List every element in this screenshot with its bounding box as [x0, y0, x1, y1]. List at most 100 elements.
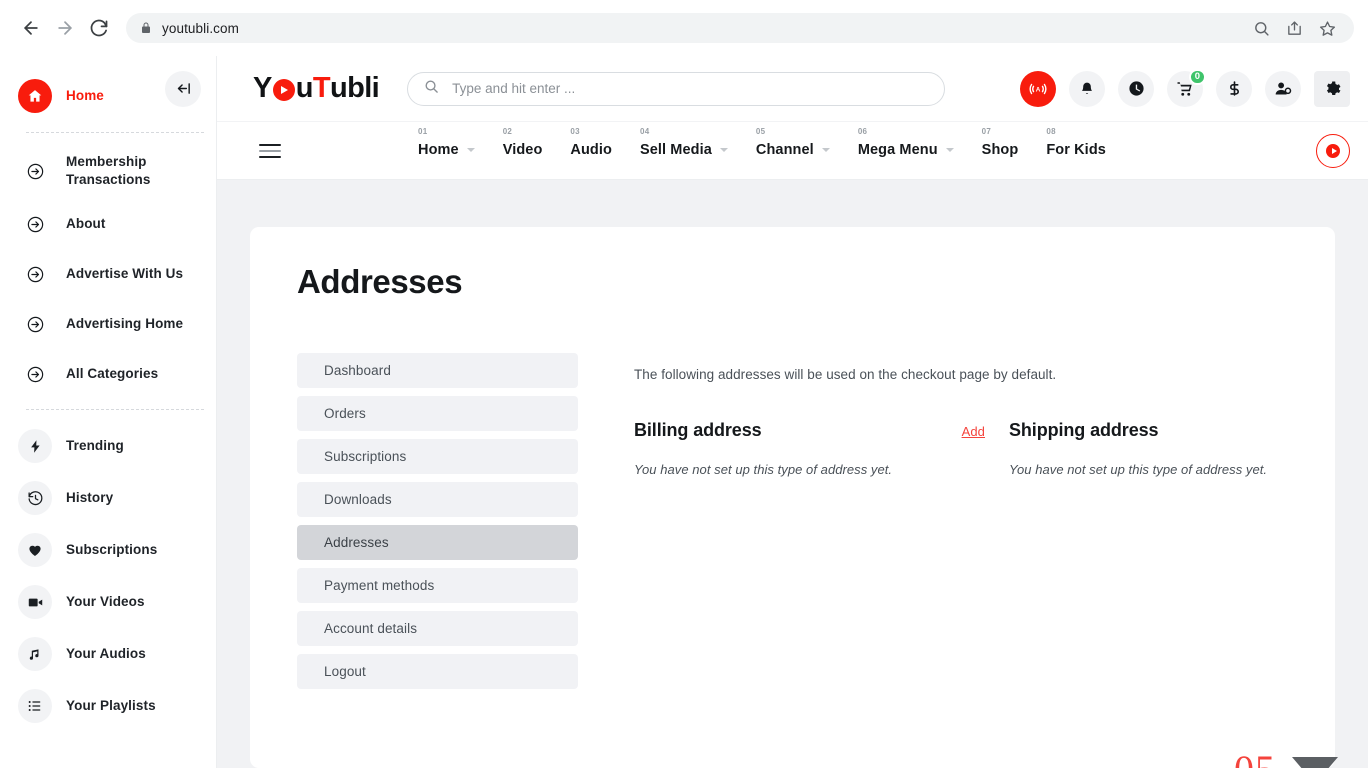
nav-item-for-kids[interactable]: 08 For Kids	[1046, 127, 1106, 160]
account-menu-item-addresses[interactable]: Addresses	[297, 525, 578, 560]
billing-address-empty-text: You have not set up this type of address…	[634, 462, 893, 477]
nav-item-label: Sell Media	[639, 141, 712, 158]
nav-item-label: For Kids	[1046, 141, 1106, 158]
billing-address-block: Billing address Add You have not set up …	[634, 420, 985, 490]
search-box[interactable]	[407, 71, 946, 106]
logo-part-y: Y	[253, 72, 272, 104]
nav-item-sell-media[interactable]: 04 Sell Media	[639, 127, 728, 160]
account-menu-item-label: Subscriptions	[324, 449, 407, 464]
sidebar-item-your-videos[interactable]: Your Videos	[0, 576, 216, 628]
omnibox-actions	[1253, 20, 1344, 37]
logo-part-t: T	[312, 72, 331, 104]
account-menu-item-label: Payment methods	[324, 578, 435, 593]
sidebar-item-membership-transactions[interactable]: Membership Transactions	[0, 143, 216, 199]
nav-item-home[interactable]: 01 Home	[418, 127, 475, 160]
chevron-down-icon	[719, 147, 728, 152]
sidebar-item-home-label: Home	[66, 88, 104, 104]
search-input[interactable]	[450, 80, 929, 97]
home-icon	[18, 79, 52, 113]
sidebar-divider-1	[26, 132, 204, 133]
sidebar-item-label: Advertise With Us	[66, 266, 184, 282]
settings-gear-icon[interactable]	[1314, 70, 1350, 107]
arrow-circle-right-icon	[18, 154, 52, 188]
account-menu-item-account-details[interactable]: Account details	[297, 611, 578, 646]
page-indicator-number: 05	[1234, 750, 1276, 768]
lock-icon	[140, 21, 152, 35]
arrow-circle-right-icon	[18, 307, 52, 341]
nav-item-number: 06	[857, 126, 868, 136]
account-menu-item-orders[interactable]: Orders	[297, 396, 578, 431]
back-arrow-icon[interactable]	[14, 11, 48, 45]
account-menu-item-payment-methods[interactable]: Payment methods	[297, 568, 578, 603]
nav-item-label: Audio	[570, 141, 612, 158]
main-column: Y u T ubli A	[165, 56, 1368, 768]
account-menu-item-downloads[interactable]: Downloads	[297, 482, 578, 517]
site-header: Y u T ubli A	[165, 56, 1368, 122]
sidebar-item-your-playlists[interactable]: Your Playlists	[0, 680, 216, 732]
live-broadcast-icon[interactable]: A	[1020, 70, 1056, 107]
account-layout: Dashboard Orders Subscriptions Downloads	[297, 353, 1295, 689]
addresses-panel: The following addresses will be used on …	[608, 353, 1295, 689]
shipping-address-title: Shipping address	[1009, 420, 1159, 440]
watch-later-clock-icon[interactable]	[1118, 70, 1154, 107]
shipping-address-header: Shipping address Add	[1009, 420, 1335, 441]
site-logo[interactable]: Y u T ubli	[253, 72, 380, 105]
account-menu-item-label: Logout	[324, 664, 366, 679]
address-bar-url: youtubli.com	[162, 20, 239, 36]
sidebar-item-advertising-home[interactable]: Advertising Home	[0, 299, 216, 349]
sidebar-item-label: Your Playlists	[66, 698, 156, 714]
notifications-bell-icon[interactable]	[1069, 70, 1105, 107]
nav-item-label: Mega Menu	[857, 141, 938, 158]
wallet-dollar-icon[interactable]	[1216, 70, 1252, 107]
svg-text:A: A	[1036, 86, 1041, 93]
sidebar-item-subscriptions[interactable]: Subscriptions	[0, 524, 216, 576]
addresses-intro: The following addresses will be used on …	[634, 367, 1057, 382]
nav-item-number: 07	[981, 126, 992, 136]
account-menu-item-label: Account details	[324, 621, 418, 636]
nav-item-mega-menu[interactable]: 06 Mega Menu	[857, 127, 954, 160]
bookmark-star-icon[interactable]	[1319, 20, 1336, 37]
account-menu-item-logout[interactable]: Logout	[297, 654, 578, 689]
heart-icon	[18, 533, 52, 567]
nav-item-video[interactable]: 02 Video	[502, 127, 543, 160]
nav-item-number: 08	[1046, 126, 1056, 136]
nav-item-label: Shop	[981, 141, 1019, 158]
sidebar-item-history[interactable]: History	[0, 472, 216, 524]
nav-item-audio[interactable]: 03 Audio	[570, 127, 612, 160]
cart-icon[interactable]: 0	[1167, 68, 1206, 107]
site-nav: 01 Home 02 Video 03 Audio 04 Sell Media	[217, 122, 1368, 180]
collapse-sidebar-icon[interactable]	[165, 70, 201, 107]
logo-play-circle-icon	[272, 78, 295, 101]
arrow-circle-right-icon	[18, 257, 52, 291]
billing-address-add-link[interactable]: Add	[962, 424, 985, 439]
sidebar-item-trending[interactable]: Trending	[0, 420, 216, 472]
account-menu-item-dashboard[interactable]: Dashboard	[297, 353, 578, 388]
sidebar-item-all-categories[interactable]: All Categories	[0, 349, 216, 399]
sidebar-item-about[interactable]: About	[0, 199, 216, 249]
nav-item-shop[interactable]: 07 Shop	[981, 127, 1019, 160]
nav-item-number: 04	[639, 126, 650, 136]
share-icon[interactable]	[1286, 20, 1303, 37]
billing-address-title: Billing address	[634, 420, 762, 440]
address-bar[interactable]: youtubli.com	[126, 13, 1354, 43]
page-root: Home Membership Transactions About Adver…	[0, 56, 1368, 768]
sidebar-item-label: History	[66, 490, 114, 506]
nav-item-channel[interactable]: 05 Channel	[756, 127, 830, 160]
chevron-down-triangle-icon[interactable]	[1292, 756, 1338, 768]
sidebar-item-your-audios[interactable]: Your Audios	[0, 628, 216, 680]
forward-arrow-icon[interactable]	[48, 11, 82, 45]
account-menu-item-subscriptions[interactable]: Subscriptions	[297, 439, 578, 474]
search-icon	[424, 79, 439, 99]
search-icon[interactable]	[1253, 20, 1270, 37]
play-circle-icon[interactable]	[1316, 133, 1350, 168]
page-title: Addresses	[297, 263, 463, 300]
reload-icon[interactable]	[82, 11, 116, 45]
sidebar-item-advertise-with-us[interactable]: Advertise With Us	[0, 249, 216, 299]
header-icon-group: A 0	[1020, 68, 1350, 107]
account-menu-item-label: Addresses	[324, 535, 389, 550]
billing-address-header: Billing address Add	[634, 420, 985, 441]
user-account-icon[interactable]	[1265, 70, 1301, 107]
hamburger-menu-icon[interactable]	[259, 143, 281, 158]
nav-item-label: Video	[502, 141, 543, 158]
arrow-circle-right-icon	[18, 357, 52, 391]
